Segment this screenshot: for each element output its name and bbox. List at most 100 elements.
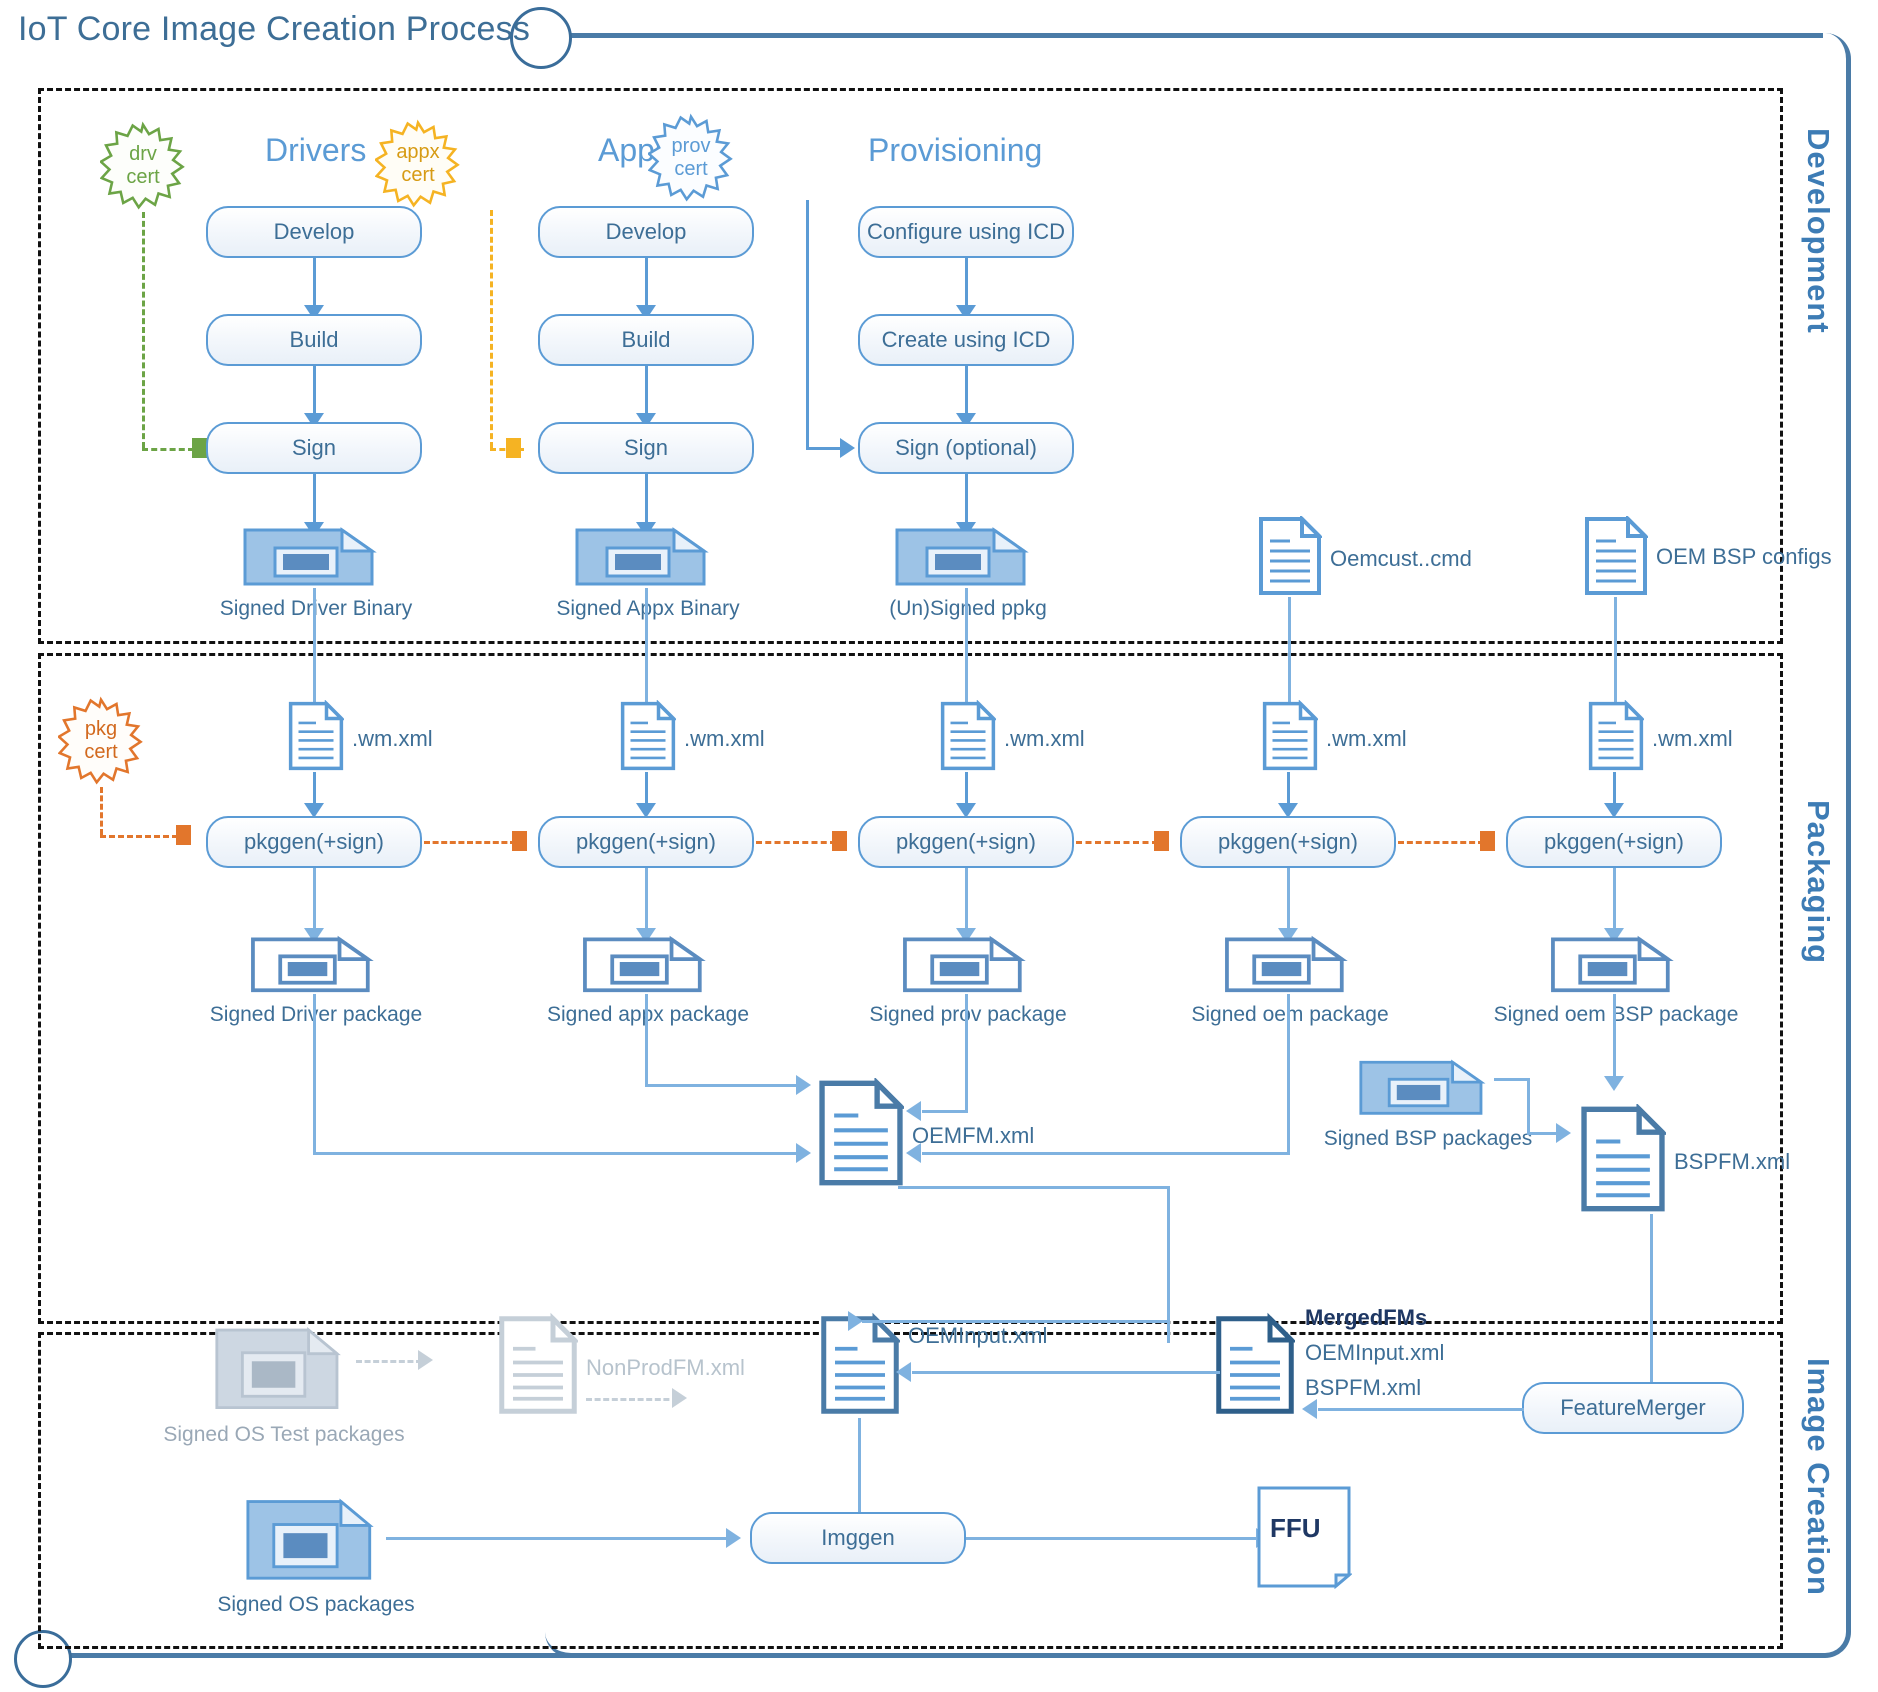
icon-wm-xml-appx: .wm.xml xyxy=(620,699,765,777)
connector-drivers-develop-build xyxy=(313,258,316,311)
connector-drv-cert-vertical xyxy=(142,212,145,448)
process-drivers-build[interactable]: Build xyxy=(206,314,422,366)
icon-signed-os-packages: Signed OS packages xyxy=(217,1490,415,1616)
process-pkggen-oem[interactable]: pkggen(+sign) xyxy=(1180,816,1396,868)
process-apps-build[interactable]: Build xyxy=(538,314,754,366)
connector-appx-cert-vertical xyxy=(490,210,493,448)
label-mergedfms-bspfm: BSPFM.xml xyxy=(1305,1375,1422,1400)
label-signed-os-packages: Signed OS packages xyxy=(217,1593,415,1616)
icon-wm-xml-oembsp: .wm.xml xyxy=(1588,699,1733,777)
arrow-ospkg-to-imggen xyxy=(726,1528,741,1548)
connector-oemfm-right xyxy=(898,1186,1170,1189)
label-bspfm-xml: BSPFM.xml xyxy=(1674,1148,1791,1174)
connector-apps-build-sign xyxy=(645,366,648,419)
icon-signed-appx-package: Signed appx package xyxy=(547,930,749,1026)
arrow-appx-cert-to-sign xyxy=(506,438,521,458)
icon-wm-xml-driver: .wm.xml xyxy=(288,699,433,777)
label-signed-prov-package: Signed prov package xyxy=(869,1003,1067,1026)
icon-signed-driver-binary: Signed Driver Binary xyxy=(220,518,412,620)
label-oem-bsp-configs: OEM BSP configs xyxy=(1656,542,1832,572)
process-imggen[interactable]: Imggen xyxy=(750,1512,966,1564)
label-wm-xml-oem: .wm.xml xyxy=(1326,725,1407,751)
process-prov-configure-icd[interactable]: Configure using ICD xyxy=(858,206,1074,258)
icon-bspfm-xml: BSPFM.xml xyxy=(1580,1102,1790,1219)
connector-nonprodfm-to-oeminput xyxy=(586,1398,678,1401)
icon-nonprodfm-xml: NonProdFM.xml xyxy=(498,1312,745,1423)
icon-signed-oem-package: Signed oem package xyxy=(1191,930,1389,1026)
process-drivers-develop[interactable]: Develop xyxy=(206,206,422,258)
arrow-pkggen-chain-1 xyxy=(512,831,527,851)
connector-pkggen-chain-4 xyxy=(1398,841,1484,844)
connector-mergedfms-to-oeminput xyxy=(912,1371,1220,1374)
arrow-ostest-to-nonprodfm xyxy=(418,1350,433,1370)
connector-provpkg-left xyxy=(922,1110,968,1113)
label-signed-driver-package: Signed Driver package xyxy=(209,1003,423,1026)
cert-badge-pkg: pkg cert xyxy=(58,695,144,787)
icon-mergedfms-xml xyxy=(1215,1312,1298,1423)
connector-oemfm-to-oeminput-top xyxy=(862,1320,1168,1323)
cert-badge-appx-line1: appx xyxy=(396,141,440,163)
connector-oempkg-down xyxy=(1287,994,1290,1154)
process-apps-develop[interactable]: Develop xyxy=(538,206,754,258)
cert-badge-appx-line2: cert xyxy=(401,164,435,186)
process-prov-create-icd[interactable]: Create using ICD xyxy=(858,314,1074,366)
label-signed-appx-binary: Signed Appx Binary xyxy=(556,597,740,620)
connector-prov-create-sign xyxy=(965,366,968,419)
label-signed-driver-binary: Signed Driver Binary xyxy=(219,597,413,620)
section-label-image-creation: Image Creation xyxy=(1801,1358,1836,1596)
connector-bsppkg-down xyxy=(1527,1078,1530,1134)
cert-badge-drv-line2: cert xyxy=(126,166,160,188)
process-pkggen-prov[interactable]: pkggen(+sign) xyxy=(858,816,1074,868)
process-prov-sign-optional[interactable]: Sign (optional) xyxy=(858,422,1074,474)
arrow-nonprodfm-to-oeminput xyxy=(672,1388,687,1408)
cert-badge-drv-line1: drv xyxy=(129,143,157,165)
process-drivers-sign[interactable]: Sign xyxy=(206,422,422,474)
connector-oemcust-to-wm xyxy=(1288,597,1291,714)
arrow-bsppkg-to-bspfm xyxy=(1556,1123,1571,1143)
connector-pkg-cert-vertical xyxy=(100,787,103,835)
connector-appxpkg-right xyxy=(645,1084,801,1087)
column-title-drivers: Drivers xyxy=(265,132,367,168)
icon-wm-xml-prov: .wm.xml xyxy=(940,699,1085,777)
connector-driver-binary-to-wm xyxy=(313,588,316,714)
arrow-prov-cert-to-sign xyxy=(840,438,855,458)
label-oemfm-xml: OEMFM.xml xyxy=(912,1122,1035,1148)
arrow-oemfm-to-oeminput-top xyxy=(848,1311,863,1331)
icon-unsigned-ppkg: (Un)Signed ppkg xyxy=(889,518,1047,620)
connector-pkggen-prov-pkg xyxy=(965,868,968,934)
label-signed-appx-package: Signed appx package xyxy=(547,1003,749,1026)
label-mergedfms-oeminput: OEMInput.xml xyxy=(1305,1340,1445,1365)
arrow-driverpkg-to-oemfm xyxy=(796,1143,811,1163)
connector-pkggen-oem-pkg xyxy=(1287,868,1290,934)
connector-driverpkg-down xyxy=(313,994,316,1154)
label-oeminput-xml: OEMInput.xml xyxy=(908,1323,1048,1349)
connector-oembsppkg-to-bspfm xyxy=(1613,994,1616,1084)
connector-oeminput-to-imggen xyxy=(858,1418,861,1526)
cert-badge-prov-line2: cert xyxy=(674,158,708,180)
process-featuremerger[interactable]: FeatureMerger xyxy=(1522,1382,1744,1434)
icon-signed-oem-bsp-package: Signed oem BSP package xyxy=(1494,930,1738,1026)
process-apps-sign[interactable]: Sign xyxy=(538,422,754,474)
process-pkggen-appx[interactable]: pkggen(+sign) xyxy=(538,816,754,868)
label-wm-xml-prov: .wm.xml xyxy=(1004,725,1085,751)
process-pkggen-oembsp[interactable]: pkggen(+sign) xyxy=(1506,816,1722,868)
connector-apps-develop-build xyxy=(645,258,648,311)
column-title-provisioning: Provisioning xyxy=(868,132,1043,168)
cert-badge-prov: prov cert xyxy=(648,112,734,204)
connector-pkggen-chain-3 xyxy=(1076,841,1158,844)
section-label-packaging: Packaging xyxy=(1801,800,1836,965)
diagram-canvas: IoT Core Image Creation Process Developm… xyxy=(0,0,1878,1692)
label-nonprodfm-xml: NonProdFM.xml xyxy=(586,1354,745,1380)
icon-signed-bsp-packages: Signed BSP packages xyxy=(1324,1050,1532,1150)
arrow-mergedfms-to-oeminput xyxy=(896,1362,911,1382)
connector-bspfm-down xyxy=(1650,1214,1653,1408)
label-oemcust-cmd: Oemcust..cmd xyxy=(1330,545,1472,571)
connector-driverpkg-right xyxy=(313,1152,801,1155)
process-pkggen-driver[interactable]: pkggen(+sign) xyxy=(206,816,422,868)
label-oem-bsp-configs-text: OEM BSP configs xyxy=(1656,543,1832,569)
icon-signed-prov-package: Signed prov package xyxy=(869,930,1067,1026)
label-wm-xml-driver: .wm.xml xyxy=(352,725,433,751)
connector-prov-cert-vertical xyxy=(806,200,809,450)
connector-oemfm-down xyxy=(1167,1186,1170,1321)
icon-signed-appx-binary: Signed Appx Binary xyxy=(556,518,740,620)
